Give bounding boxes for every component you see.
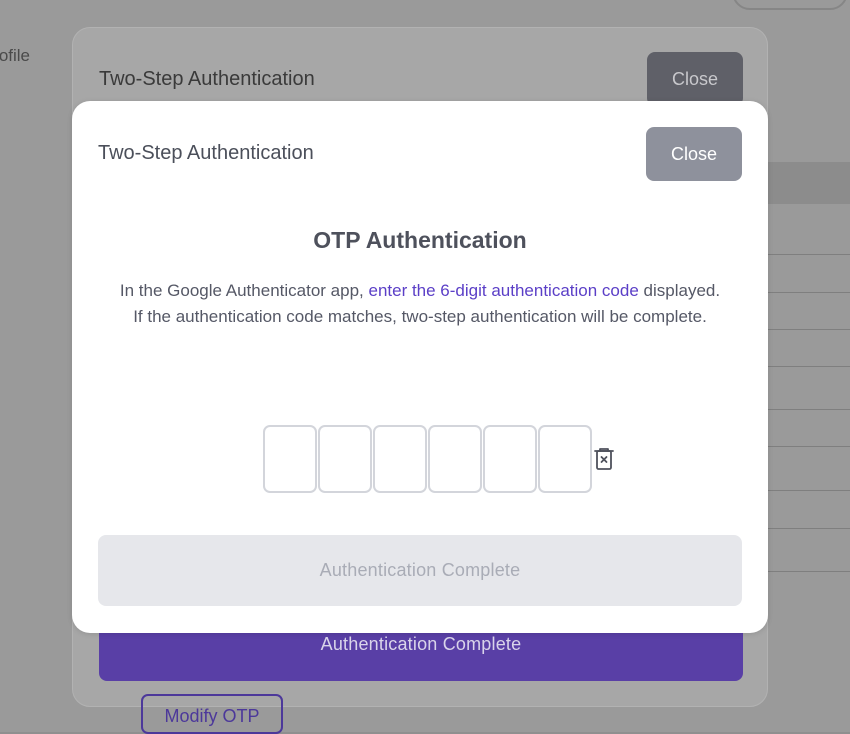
back-modal-title: Two-Step Authentication [99,68,315,90]
description-highlight: enter the 6-digit authentication code [368,281,639,300]
trash-x-icon [594,448,614,470]
otp-digit-5[interactable] [483,425,537,493]
modify-otp-button: Modify OTP [141,694,283,734]
modal-title: Two-Step Authentication [98,142,314,164]
background-table-divider [766,446,850,447]
background-table-divider [766,329,850,330]
background-table-divider [766,490,850,491]
description-line-2: If the authentication code matches, two-… [133,306,707,326]
clear-otp-button[interactable] [591,446,617,474]
back-modal-close-button: Close [647,52,743,106]
otp-digit-6[interactable] [538,425,592,493]
background-table-divider [766,292,850,293]
background-profile-label: Profile [0,46,30,65]
background-table-divider [766,409,850,410]
otp-input-group [263,425,593,493]
otp-modal: Two-Step Authentication Close OTP Authen… [72,101,768,633]
background-top-button [732,0,848,10]
otp-digit-1[interactable] [263,425,317,493]
otp-heading: OTP Authentication [313,227,527,253]
otp-digit-2[interactable] [318,425,372,493]
otp-description: In the Google Authenticator app, enter t… [102,278,738,329]
otp-digit-3[interactable] [373,425,427,493]
description-prefix: In the Google Authenticator app, [119,281,369,300]
authentication-complete-button[interactable]: Authentication Complete [98,535,742,606]
otp-digit-4[interactable] [428,425,482,493]
background-table-divider [766,571,850,572]
close-button[interactable]: Close [646,127,742,181]
background-table-divider [766,528,850,529]
background-table-header [766,162,850,204]
background-table-divider [766,254,850,255]
description-suffix: displayed. [638,281,721,300]
background-table-divider [766,366,850,367]
